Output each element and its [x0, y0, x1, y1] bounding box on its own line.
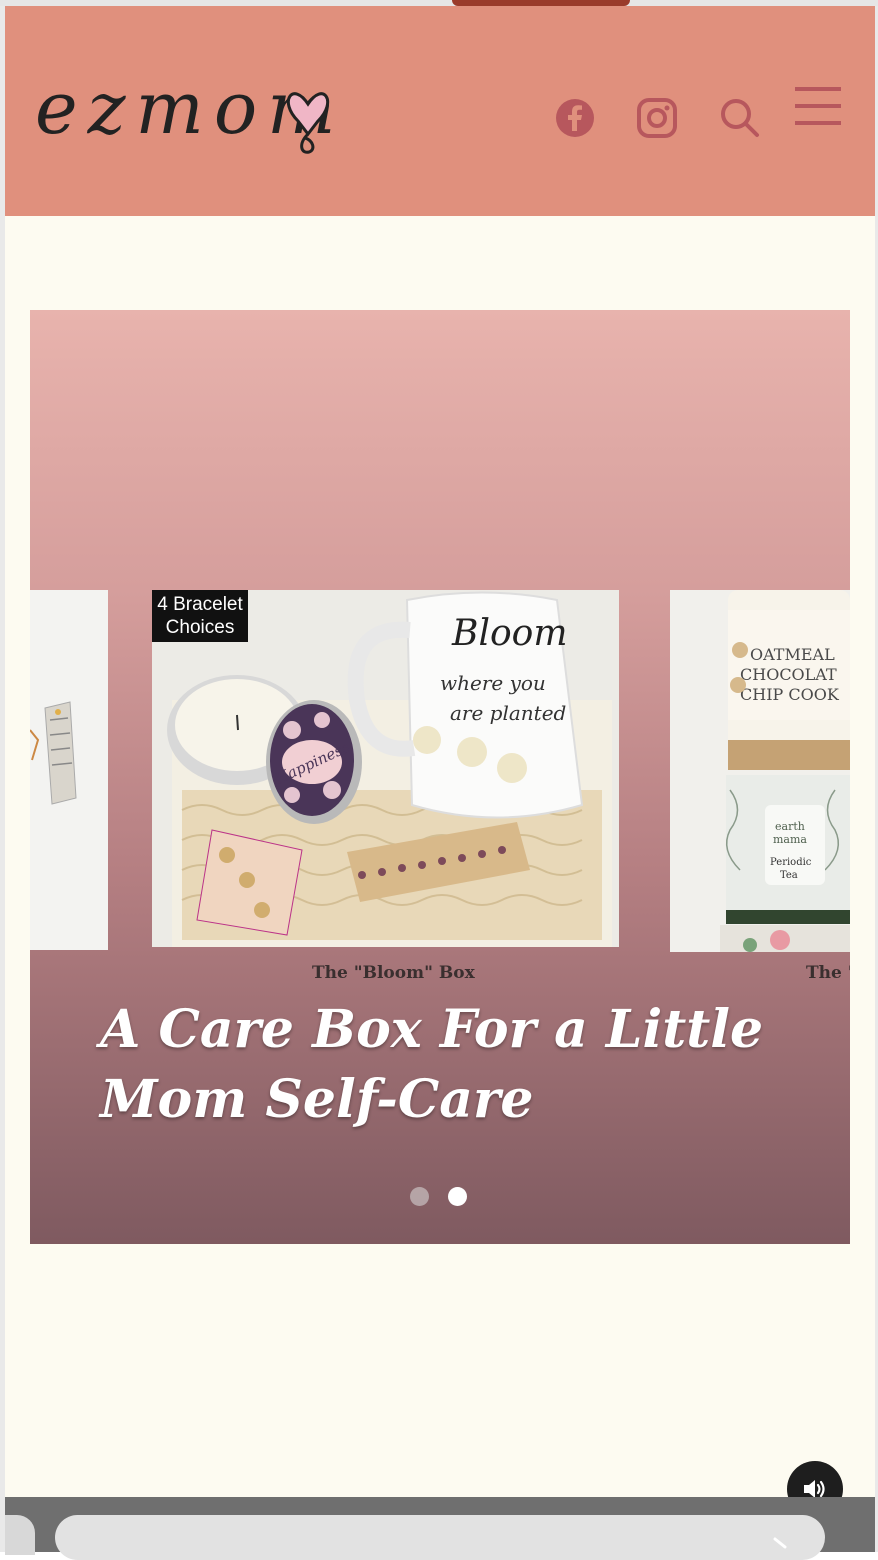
bottom-bar [5, 1497, 875, 1560]
send-arrow-icon[interactable] [773, 1537, 793, 1551]
svg-text:CHOCOLAT: CHOCOLAT [740, 665, 837, 684]
gift-box-image: Happiness Bloom where you are planted [152, 590, 619, 947]
menu-icon[interactable] [793, 84, 843, 128]
site-header: ezmom [5, 6, 875, 216]
svg-text:Tea: Tea [780, 870, 798, 881]
slide-caption: The "Bloom" Box [312, 963, 475, 983]
carousel-dot-2-active[interactable] [448, 1187, 467, 1206]
slide-caption-next: The " [806, 963, 850, 983]
svg-text:CHIP COOK: CHIP COOK [740, 685, 840, 704]
bracelet-badge: 4 Bracelet Choices [152, 590, 248, 642]
svg-text:Bloom: Bloom [451, 613, 567, 654]
svg-text:where you: where you [440, 671, 546, 695]
facebook-icon[interactable] [553, 96, 597, 140]
heart-icon [286, 92, 330, 154]
carousel-pagination [410, 1187, 470, 1207]
svg-text:Periodic: Periodic [770, 857, 812, 868]
svg-text:earth: earth [775, 820, 805, 833]
slide-previous-image [30, 590, 108, 950]
svg-text:are planted: are planted [450, 701, 566, 725]
hero-title: A Care Box For a Little Mom Self-Care [100, 998, 764, 1130]
search-icon[interactable] [718, 96, 762, 140]
svg-text:mama: mama [773, 833, 807, 846]
left-edge [0, 6, 5, 1552]
message-input[interactable] [55, 1515, 825, 1560]
slide-next-image: OATMEAL CHOCOLAT CHIP COOK earth mama Pe… [670, 590, 850, 952]
carousel-dot-1[interactable] [410, 1187, 429, 1206]
slide-current[interactable]: Happiness Bloom where you are planted 4 … [152, 590, 619, 947]
instagram-icon[interactable] [635, 96, 679, 140]
svg-text:OATMEAL: OATMEAL [750, 645, 835, 664]
app-frame: ezmom Happiness Bloom where you are plan… [0, 0, 878, 1560]
slide-next[interactable]: OATMEAL CHOCOLAT CHIP COOK earth mama Pe… [670, 590, 850, 952]
bottom-left-button[interactable] [5, 1515, 35, 1555]
slide-previous[interactable] [30, 590, 108, 950]
hero-carousel[interactable]: Happiness Bloom where you are planted 4 … [30, 310, 850, 1244]
site-logo[interactable]: ezmom [35, 66, 435, 163]
